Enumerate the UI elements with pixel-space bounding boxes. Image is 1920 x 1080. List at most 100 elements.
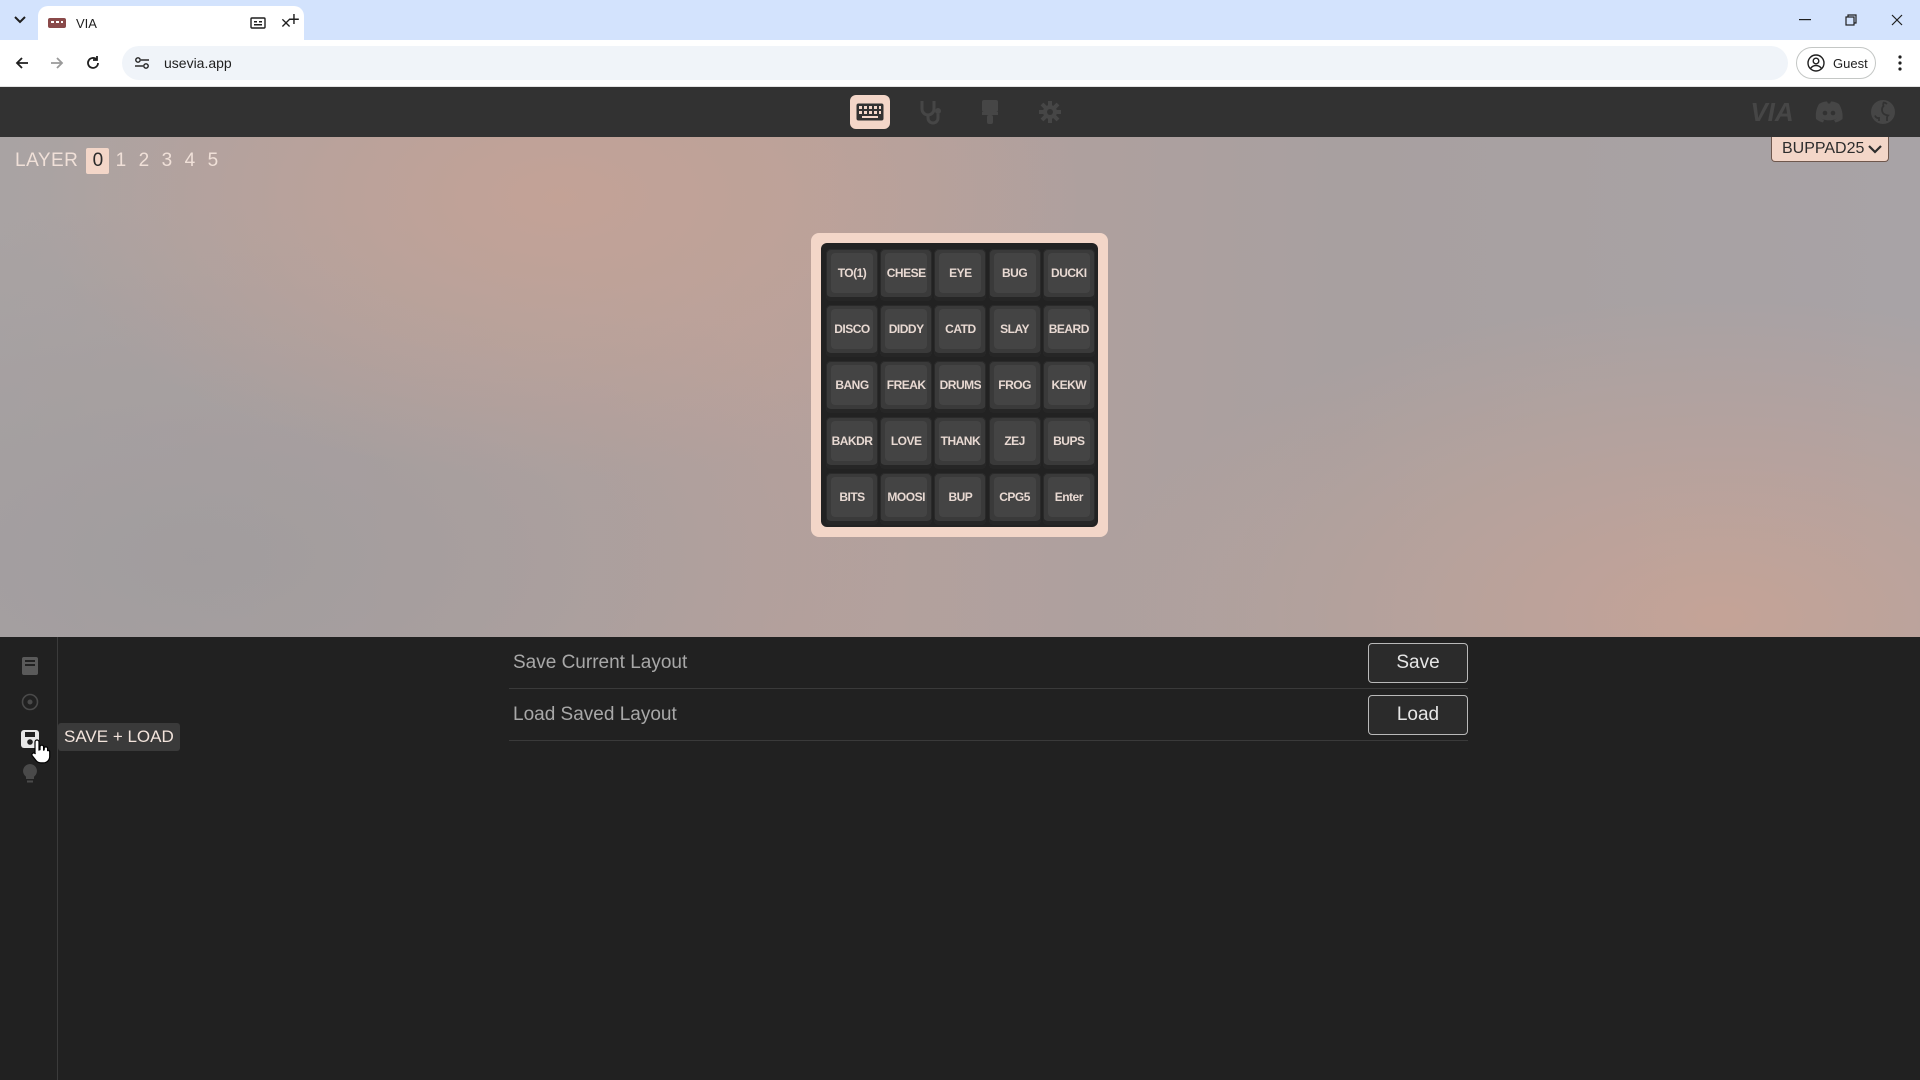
key[interactable]: BITS bbox=[826, 473, 878, 525]
key[interactable]: THANK bbox=[934, 417, 987, 469]
key-cap: BEARD bbox=[1047, 309, 1090, 349]
key[interactable]: FREAK bbox=[880, 361, 933, 413]
reload-button[interactable] bbox=[80, 50, 106, 76]
new-tab-button[interactable]: + bbox=[282, 8, 306, 32]
key[interactable]: BUG bbox=[988, 249, 1041, 301]
key-label: THANK bbox=[940, 434, 981, 448]
save-button[interactable]: Save bbox=[1368, 642, 1468, 683]
layer-3-button[interactable]: 3 bbox=[155, 148, 178, 174]
paintbrush-icon[interactable] bbox=[970, 95, 1010, 129]
hand-cursor-icon bbox=[31, 738, 51, 769]
key-cap: LOVE bbox=[885, 421, 928, 461]
macro-icon[interactable] bbox=[17, 689, 43, 715]
url-text: usevia.app bbox=[164, 55, 232, 71]
key-label: CPG5 bbox=[999, 490, 1030, 504]
key-label: BEARD bbox=[1048, 322, 1090, 336]
tab-media-icon bbox=[250, 17, 266, 29]
key[interactable]: BUPS bbox=[1042, 417, 1095, 469]
key-cap: THANK bbox=[939, 421, 982, 461]
key[interactable]: SLAY bbox=[988, 305, 1041, 357]
profile-label: Guest bbox=[1833, 55, 1868, 71]
profile-button[interactable]: Guest bbox=[1796, 47, 1876, 79]
key[interactable]: CHESE bbox=[880, 249, 933, 301]
key-label: CHESE bbox=[886, 266, 926, 280]
key[interactable]: BUP bbox=[934, 473, 987, 525]
layer-4-button[interactable]: 4 bbox=[178, 148, 201, 174]
key[interactable]: TO(1) bbox=[826, 249, 878, 301]
discord-icon[interactable] bbox=[1812, 97, 1846, 127]
layer-1-button[interactable]: 1 bbox=[109, 148, 132, 174]
key-cap: BUP bbox=[939, 477, 982, 517]
key[interactable]: BANG bbox=[826, 361, 878, 413]
configure-pane: SAVE + LOAD Save Current Layout Save Loa… bbox=[0, 637, 1920, 1080]
app-header: VIA bbox=[0, 87, 1920, 137]
key-label: DISCO bbox=[834, 322, 870, 336]
save-load-tooltip: SAVE + LOAD bbox=[58, 723, 180, 751]
key-cap: MOOSI bbox=[885, 477, 928, 517]
layer-selector: LAYER 0 1 2 3 4 5 bbox=[15, 148, 224, 174]
site-settings-icon[interactable] bbox=[134, 56, 150, 70]
gear-icon[interactable] bbox=[1030, 95, 1070, 129]
forward-button[interactable] bbox=[44, 50, 70, 76]
browser-menu-icon[interactable] bbox=[1888, 51, 1912, 75]
key-cap: KEKW bbox=[1047, 365, 1090, 405]
key[interactable]: KEKW bbox=[1042, 361, 1095, 413]
key-label: DRUMS bbox=[939, 378, 982, 392]
key[interactable]: FROG bbox=[988, 361, 1041, 413]
tab-search-chevron-icon[interactable] bbox=[8, 8, 32, 32]
key-cap: BAKDR bbox=[831, 421, 873, 461]
key-label: CATD bbox=[945, 322, 976, 336]
key[interactable]: DISCO bbox=[826, 305, 878, 357]
key[interactable]: DRUMS bbox=[934, 361, 987, 413]
github-icon[interactable] bbox=[1868, 97, 1898, 127]
key-cap: SLAY bbox=[993, 309, 1036, 349]
layer-5-button[interactable]: 5 bbox=[201, 148, 224, 174]
minimize-button[interactable] bbox=[1782, 0, 1828, 40]
layer-0-button[interactable]: 0 bbox=[86, 148, 110, 174]
address-bar[interactable]: usevia.app bbox=[122, 46, 1788, 80]
keyboard-layout-icon[interactable] bbox=[17, 653, 43, 679]
key[interactable]: CPG5 bbox=[988, 473, 1041, 525]
stethoscope-icon[interactable] bbox=[910, 95, 950, 129]
layer-2-button[interactable]: 2 bbox=[132, 148, 155, 174]
key-label: LOVE bbox=[890, 434, 922, 448]
load-layout-label: Load Saved Layout bbox=[513, 703, 677, 725]
key-cap: CPG5 bbox=[993, 477, 1036, 517]
browser-tab[interactable]: VIA ✕ bbox=[38, 6, 304, 40]
keyboard-icon[interactable] bbox=[850, 95, 890, 129]
close-window-button[interactable] bbox=[1874, 0, 1920, 40]
key-label: KEKW bbox=[1051, 378, 1087, 392]
key-cap: BUPS bbox=[1047, 421, 1090, 461]
key[interactable]: BAKDR bbox=[826, 417, 878, 469]
key-cap: FROG bbox=[993, 365, 1036, 405]
key-label: BAKDR bbox=[831, 434, 873, 448]
key-label: BUG bbox=[1002, 266, 1028, 280]
key[interactable]: DIDDY bbox=[880, 305, 933, 357]
layer-label: LAYER bbox=[15, 150, 79, 171]
keyboard-display-area: LAYER 0 1 2 3 4 5 BUPPAD25 TO(1) CHESE EYE… bbox=[0, 137, 1920, 637]
key-label: EYE bbox=[949, 266, 972, 280]
key[interactable]: LOVE bbox=[880, 417, 933, 469]
device-selector[interactable]: BUPPAD25 bbox=[1771, 137, 1890, 162]
via-logo[interactable]: VIA bbox=[1750, 97, 1794, 127]
restore-button[interactable] bbox=[1828, 0, 1874, 40]
key-label: MOOSI bbox=[887, 490, 925, 504]
browser-tabbar: VIA ✕ + bbox=[0, 0, 1920, 40]
key[interactable]: EYE bbox=[934, 249, 987, 301]
load-button[interactable]: Load bbox=[1368, 694, 1468, 735]
key[interactable]: CATD bbox=[934, 305, 987, 357]
config-side-menu bbox=[0, 637, 58, 1080]
key[interactable]: ZEJ bbox=[988, 417, 1041, 469]
key-label: DIDDY bbox=[888, 322, 924, 336]
key[interactable]: Enter bbox=[1042, 473, 1095, 525]
key-label: SLAY bbox=[1000, 322, 1030, 336]
key-label: ZEJ bbox=[1004, 434, 1025, 448]
key[interactable]: DUCKI bbox=[1042, 249, 1095, 301]
keyboard-plate: TO(1) CHESE EYE BUG DUCKI DISCO DIDDY CATD SLAY B… bbox=[821, 243, 1098, 527]
key-cap: BUG bbox=[993, 253, 1036, 293]
key[interactable]: MOOSI bbox=[880, 473, 933, 525]
key-cap: CATD bbox=[939, 309, 982, 349]
key[interactable]: BEARD bbox=[1042, 305, 1095, 357]
back-button[interactable] bbox=[9, 50, 35, 76]
key-cap: BANG bbox=[831, 365, 873, 405]
